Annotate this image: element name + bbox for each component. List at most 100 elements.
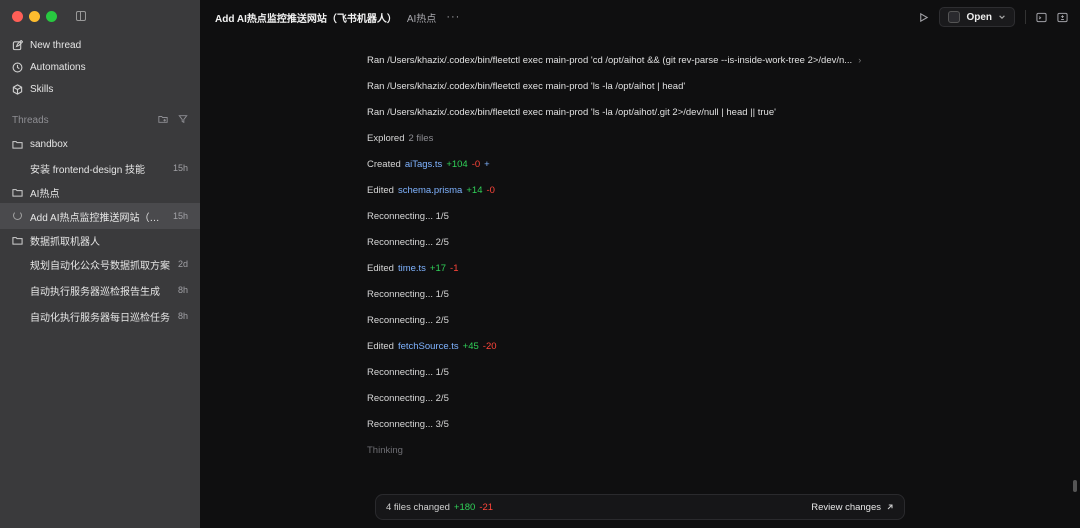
more-options-button[interactable]: ··· xyxy=(446,11,460,23)
thread-time: 8h xyxy=(177,285,188,295)
review-changes-label: Review changes xyxy=(811,501,881,513)
new-folder-icon[interactable] xyxy=(158,114,168,127)
edited-label: Edited xyxy=(367,340,394,352)
thread-title: 自动执行服务器巡检报告生成 xyxy=(30,286,160,298)
threads-header: Threads xyxy=(12,112,188,128)
window-controls xyxy=(12,11,57,22)
minimize-window-button[interactable] xyxy=(29,11,40,22)
command-text: Ran /Users/khazix/.codex/bin/fleetctl ex… xyxy=(367,106,776,118)
thread-title: Add AI热点监控推送网站（飞书机器人） xyxy=(30,212,165,224)
thread-time: 8h xyxy=(177,311,188,321)
open-label: Open xyxy=(966,11,992,23)
filter-icon[interactable] xyxy=(178,114,188,127)
log-edited[interactable]: Edited schema.prisma +14 -0 xyxy=(367,177,907,203)
folder-label: 数据抓取机器人 xyxy=(30,236,100,248)
log-reconnecting: Reconnecting... 1/5 xyxy=(367,203,907,229)
log-command-1[interactable]: Ran /Users/khazix/.codex/bin/fleetctl ex… xyxy=(367,47,907,73)
activity-log: Ran /Users/khazix/.codex/bin/fleetctl ex… xyxy=(367,47,907,463)
command-text: Ran /Users/khazix/.codex/bin/fleetctl ex… xyxy=(367,80,686,92)
log-edited[interactable]: Edited fetchSource.ts +45 -20 xyxy=(367,333,907,359)
project-name[interactable]: AI热点 xyxy=(407,10,436,25)
reconnect-text: Reconnecting... 2/5 xyxy=(367,236,449,248)
log-reconnecting: Reconnecting... 3/5 xyxy=(367,411,907,437)
reconnect-text: Reconnecting... 1/5 xyxy=(367,366,449,378)
log-command-3[interactable]: Ran /Users/khazix/.codex/bin/fleetctl ex… xyxy=(367,99,907,125)
main-panel: Add AI热点监控推送网站（飞书机器人） AI热点 ··· Open Ran … xyxy=(200,0,1080,528)
thread-title: 规划自动化公众号数据抓取方案 xyxy=(30,260,170,272)
thread-time: 15h xyxy=(172,163,188,173)
thread-item[interactable]: 自动执行服务器巡检报告生成 8h xyxy=(0,277,200,303)
threads-label: Threads xyxy=(12,114,49,126)
lines-added: +104 xyxy=(446,158,468,170)
folder-label: sandbox xyxy=(30,138,68,150)
terminal-icon[interactable] xyxy=(1036,12,1047,23)
review-changes-button[interactable]: Review changes xyxy=(811,502,894,513)
reconnect-text: Reconnecting... 1/5 xyxy=(367,288,449,300)
app-icon xyxy=(948,11,961,23)
thread-item-active[interactable]: Add AI热点监控推送网站（飞书机器人） 15h xyxy=(0,203,200,229)
thread-item[interactable]: 安装 frontend-design 技能 15h xyxy=(0,155,200,181)
file-link[interactable]: fetchSource.ts xyxy=(398,341,459,352)
lines-added: +45 xyxy=(462,340,479,352)
reconnect-text: Reconnecting... 2/5 xyxy=(367,392,449,404)
sidebar-nav: New thread Automations Skills xyxy=(0,34,200,100)
scrollbar-thumb[interactable] xyxy=(1073,480,1077,492)
reconnect-text: Reconnecting... 3/5 xyxy=(367,418,449,430)
folder-icon xyxy=(12,139,23,150)
edit-icon xyxy=(12,39,23,51)
skills-label: Skills xyxy=(30,83,54,95)
diff-panel-icon[interactable] xyxy=(1057,12,1068,23)
open-button[interactable]: Open xyxy=(939,7,1015,27)
files-changed-text: 4 files changed xyxy=(386,501,450,513)
cube-icon xyxy=(12,83,23,95)
log-reconnecting: Reconnecting... 2/5 xyxy=(367,229,907,255)
topbar: Add AI热点监控推送网站（飞书机器人） AI热点 ··· Open xyxy=(200,0,1080,34)
folder-ai-hotspot[interactable]: AI热点 xyxy=(0,181,200,203)
folder-sandbox[interactable]: sandbox xyxy=(0,133,200,155)
log-command-2[interactable]: Ran /Users/khazix/.codex/bin/fleetctl ex… xyxy=(367,73,907,99)
folder-icon xyxy=(12,187,23,198)
new-thread-label: New thread xyxy=(30,39,82,51)
thread-title: 自动化执行服务器每日巡检任务 xyxy=(30,312,170,324)
log-explored[interactable]: Explored 2 files xyxy=(367,125,907,151)
new-thread-button[interactable]: New thread xyxy=(0,34,200,56)
lines-removed: -20 xyxy=(482,340,497,352)
sidebar: New thread Automations Skills Threads sa… xyxy=(0,0,200,528)
play-icon[interactable] xyxy=(918,12,929,23)
thread-title-header: Add AI热点监控推送网站（飞书机器人） xyxy=(215,13,397,25)
total-lines-added: +180 xyxy=(453,501,476,513)
file-link[interactable]: schema.prisma xyxy=(398,185,462,196)
expand-marker[interactable]: + xyxy=(484,159,490,170)
edited-label: Edited xyxy=(367,184,394,196)
lines-removed: -1 xyxy=(450,262,459,274)
automations-button[interactable]: Automations xyxy=(0,56,200,78)
thinking-status: Thinking xyxy=(367,437,907,463)
total-lines-removed: -21 xyxy=(479,501,494,513)
log-edited[interactable]: Edited time.ts +17 -1 xyxy=(367,255,907,281)
zoom-window-button[interactable] xyxy=(46,11,57,22)
file-link[interactable]: time.ts xyxy=(398,263,426,274)
changes-summary-bar: 4 files changed +180 -21 Review changes xyxy=(375,494,905,520)
close-window-button[interactable] xyxy=(12,11,23,22)
log-reconnecting: Reconnecting... 1/5 xyxy=(367,281,907,307)
chevron-down-icon xyxy=(999,15,1005,19)
thread-item[interactable]: 自动化执行服务器每日巡检任务 8h xyxy=(0,303,200,329)
loading-spinner-icon xyxy=(13,211,22,220)
log-reconnecting: Reconnecting... 2/5 xyxy=(367,385,907,411)
lines-removed: -0 xyxy=(486,184,495,196)
log-created[interactable]: Created aiTags.ts +104 -0 + xyxy=(367,151,907,177)
skills-button[interactable]: Skills xyxy=(0,78,200,100)
folder-data-scraper[interactable]: 数据抓取机器人 xyxy=(0,229,200,251)
folder-icon xyxy=(12,235,23,246)
automations-label: Automations xyxy=(30,61,86,73)
sidebar-toggle-icon[interactable] xyxy=(76,11,86,21)
created-label: Created xyxy=(367,158,401,170)
thread-item[interactable]: 规划自动化公众号数据抓取方案 2d xyxy=(0,251,200,277)
reconnect-text: Reconnecting... 1/5 xyxy=(367,210,449,222)
clock-icon xyxy=(12,62,23,73)
arrow-up-right-icon xyxy=(887,504,893,510)
lines-added: +17 xyxy=(429,262,447,274)
command-text: Ran /Users/khazix/.codex/bin/fleetctl ex… xyxy=(367,54,853,66)
file-link[interactable]: aiTags.ts xyxy=(405,159,443,170)
explored-count: 2 files xyxy=(408,132,434,144)
